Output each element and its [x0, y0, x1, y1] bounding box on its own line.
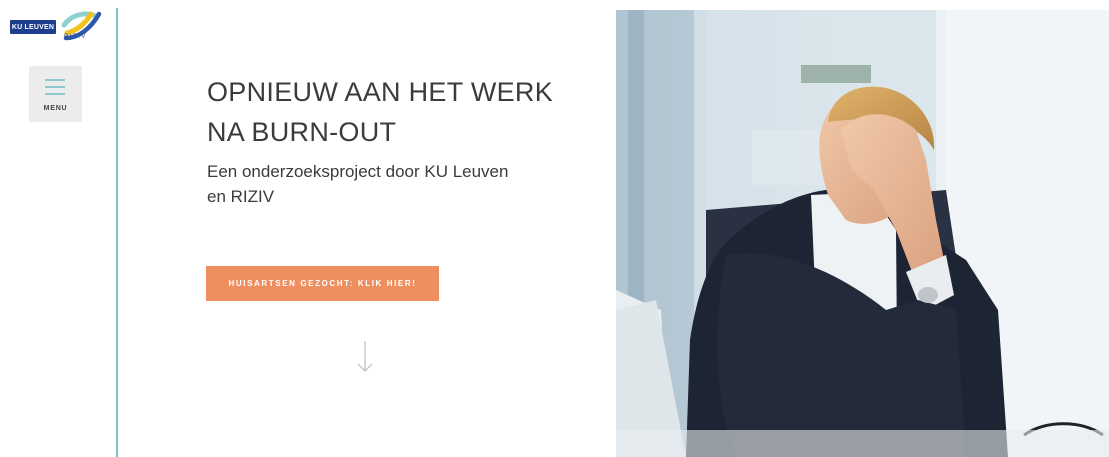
page-subtitle: Een onderzoeksproject door KU Leuven en … — [207, 162, 509, 206]
menu-label: MENU — [43, 105, 68, 112]
riziv-logo-icon[interactable] — [61, 8, 105, 48]
ku-leuven-logo[interactable]: KU LEUVEN — [10, 20, 56, 34]
ku-leuven-logo-text: KU LEUVEN — [11, 23, 55, 31]
sidebar: KU LEUVEN RIZIV MENU — [0, 0, 116, 457]
arrow-down-icon[interactable] — [356, 340, 374, 374]
hero-photo — [616, 10, 1109, 457]
menu-button[interactable]: MENU — [29, 66, 82, 122]
riziv-logo-text: RIZIV — [64, 34, 87, 40]
sidebar-divider — [116, 8, 118, 457]
hamburger-menu-icon — [45, 79, 65, 96]
cta-button[interactable]: HUISARTSEN GEZOCHT: KLIK HIER! — [206, 266, 439, 301]
page-title: OPNIEUW AAN HET WERK NA BURN-OUT — [207, 77, 554, 147]
